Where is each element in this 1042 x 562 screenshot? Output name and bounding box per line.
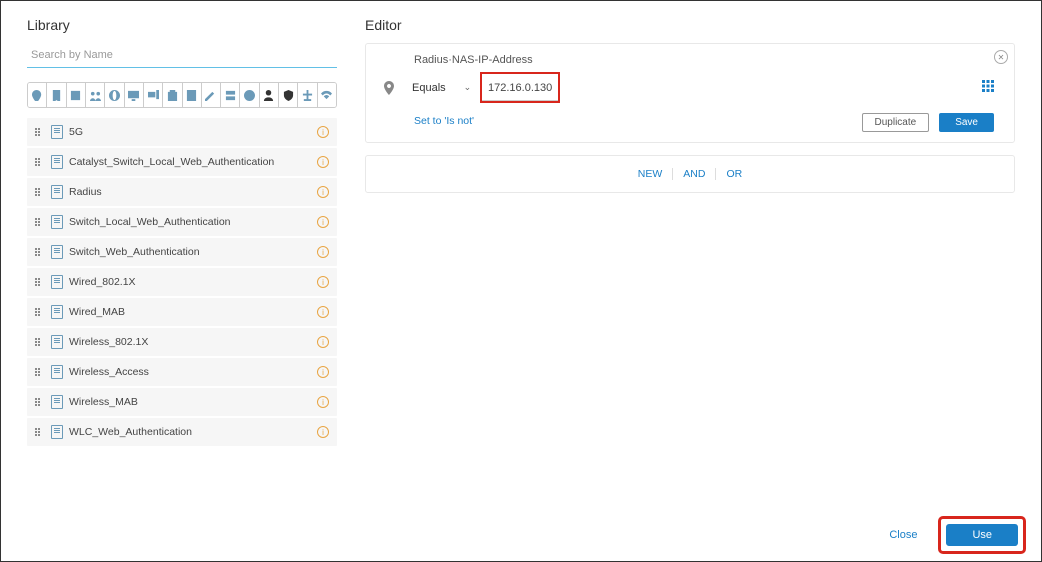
library-item-label: WLC_Web_Authentication [69, 426, 317, 438]
drag-handle-icon[interactable] [35, 398, 45, 406]
drag-handle-icon[interactable] [35, 368, 45, 376]
library-list: 5GiCatalyst_Switch_Local_Web_Authenticat… [27, 118, 337, 446]
info-icon[interactable]: i [317, 276, 329, 288]
info-icon[interactable]: i [317, 156, 329, 168]
document-icon [51, 305, 63, 319]
use-highlight: Use [941, 519, 1023, 551]
library-item[interactable]: Wired_MABi [27, 298, 337, 326]
devices-icon[interactable] [144, 83, 163, 107]
drag-handle-icon[interactable] [35, 278, 45, 286]
info-icon[interactable]: i [317, 396, 329, 408]
document-icon [51, 215, 63, 229]
value-input[interactable]: 172.16.0.130 [488, 82, 552, 94]
library-toolbar [27, 82, 337, 108]
info-icon[interactable]: i [317, 186, 329, 198]
clipboard-icon[interactable] [163, 83, 182, 107]
drag-handle-icon[interactable] [35, 308, 45, 316]
library-item-label: Wired_802.1X [69, 276, 317, 288]
monitor-icon[interactable] [125, 83, 144, 107]
library-title: Library [27, 17, 337, 33]
bookmark-icon[interactable] [47, 83, 66, 107]
library-item[interactable]: Wireless_Accessi [27, 358, 337, 386]
library-item-label: Wireless_802.1X [69, 336, 317, 348]
attribute-label: Radius·NAS-IP-Address [414, 54, 533, 66]
operator-select[interactable]: Equals ⌄ [404, 82, 464, 94]
library-item-label: Switch_Web_Authentication [69, 246, 317, 258]
document-icon [51, 425, 63, 439]
library-item[interactable]: Switch_Web_Authenticationi [27, 238, 337, 266]
info-icon[interactable]: i [317, 426, 329, 438]
close-icon[interactable]: ✕ [994, 50, 1008, 64]
drag-handle-icon[interactable] [35, 428, 45, 436]
globe-icon[interactable] [105, 83, 124, 107]
logic-and[interactable]: AND [673, 168, 716, 180]
grid-icon[interactable] [982, 79, 994, 97]
edit-icon[interactable] [202, 83, 221, 107]
wifi-icon[interactable] [318, 83, 336, 107]
close-button[interactable]: Close [889, 529, 917, 541]
document-icon [51, 365, 63, 379]
logic-or[interactable]: OR [716, 168, 752, 180]
library-item[interactable]: Wired_802.1Xi [27, 268, 337, 296]
clock-icon[interactable] [240, 83, 259, 107]
drag-handle-icon[interactable] [35, 128, 45, 136]
people-icon[interactable] [86, 83, 105, 107]
document-icon [51, 185, 63, 199]
search-input[interactable] [27, 43, 337, 68]
library-item-label: 5G [69, 126, 317, 138]
pin-icon [374, 81, 404, 95]
library-item-label: Switch_Local_Web_Authentication [69, 216, 317, 228]
value-input-wrap: 172.16.0.130 [482, 74, 558, 101]
drag-handle-icon[interactable] [35, 338, 45, 346]
document-icon [51, 245, 63, 259]
library-item-label: Wireless_MAB [69, 396, 317, 408]
square-icon[interactable] [67, 83, 86, 107]
info-icon[interactable]: i [317, 336, 329, 348]
library-item-label: Radius [69, 186, 317, 198]
condition-editor: ✕ Radius·NAS-IP-Address Equals ⌄ 172.16.… [365, 43, 1015, 143]
operator-value: Equals [412, 82, 446, 94]
editor-title: Editor [365, 17, 1015, 33]
library-item[interactable]: Wireless_MABi [27, 388, 337, 416]
document-icon [51, 125, 63, 139]
note-icon[interactable] [183, 83, 202, 107]
set-isnot-link[interactable]: Set to 'Is not' [414, 115, 474, 127]
tree-icon[interactable] [298, 83, 317, 107]
info-icon[interactable]: i [317, 246, 329, 258]
library-item-label: Wired_MAB [69, 306, 317, 318]
library-item[interactable]: Catalyst_Switch_Local_Web_Authentication… [27, 148, 337, 176]
logic-new[interactable]: NEW [628, 168, 674, 180]
library-item[interactable]: Switch_Local_Web_Authenticationi [27, 208, 337, 236]
library-item[interactable]: 5Gi [27, 118, 337, 146]
library-item-label: Wireless_Access [69, 366, 317, 378]
pin-icon[interactable] [28, 83, 47, 107]
drag-handle-icon[interactable] [35, 218, 45, 226]
document-icon [51, 275, 63, 289]
duplicate-button[interactable]: Duplicate [862, 113, 930, 132]
info-icon[interactable]: i [317, 366, 329, 378]
drag-handle-icon[interactable] [35, 158, 45, 166]
info-icon[interactable]: i [317, 306, 329, 318]
info-icon[interactable]: i [317, 126, 329, 138]
editor-panel: Editor ✕ Radius·NAS-IP-Address Equals ⌄ … [365, 17, 1015, 501]
drag-handle-icon[interactable] [35, 188, 45, 196]
save-button[interactable]: Save [939, 113, 994, 132]
info-icon[interactable]: i [317, 216, 329, 228]
document-icon [51, 395, 63, 409]
shield-icon[interactable] [279, 83, 298, 107]
library-item[interactable]: WLC_Web_Authenticationi [27, 418, 337, 446]
library-item[interactable]: Radiusi [27, 178, 337, 206]
library-item-label: Catalyst_Switch_Local_Web_Authentication [69, 156, 317, 168]
server-icon[interactable] [221, 83, 240, 107]
drag-handle-icon[interactable] [35, 248, 45, 256]
footer: Close Use [889, 519, 1023, 551]
library-panel: Library 5GiCatalyst_Switch_Local_Web_Aut… [27, 17, 337, 501]
library-item[interactable]: Wireless_802.1Xi [27, 328, 337, 356]
use-button[interactable]: Use [946, 524, 1018, 546]
logic-panel: NEW AND OR [365, 155, 1015, 193]
person-icon[interactable] [260, 83, 279, 107]
document-icon [51, 155, 63, 169]
chevron-down-icon: ⌄ [464, 82, 472, 93]
document-icon [51, 335, 63, 349]
